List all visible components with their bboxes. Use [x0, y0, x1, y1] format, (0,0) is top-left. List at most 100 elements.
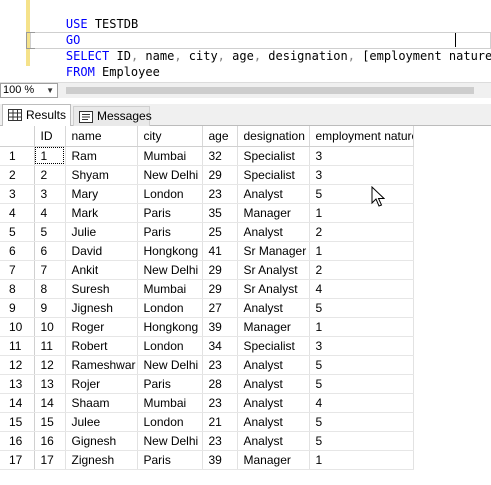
grid-cell-nature[interactable]: 4	[309, 279, 414, 299]
grid-cell-age[interactable]: 39	[202, 450, 238, 470]
grid-cell-age[interactable]: 27	[202, 298, 238, 318]
grid-cell-age[interactable]: 34	[202, 336, 238, 356]
grid-cell-name[interactable]: Shyam	[65, 165, 138, 185]
row-number-cell[interactable]: 17	[0, 450, 35, 470]
grid-cell-id[interactable]: 4	[34, 203, 66, 223]
grid-cell-nature[interactable]: 5	[309, 298, 414, 318]
grid-cell-nature[interactable]: 5	[309, 184, 414, 204]
grid-cell-city[interactable]: Paris	[137, 374, 203, 394]
grid-cell-designation[interactable]: Analyst	[237, 298, 310, 318]
grid-cell-age[interactable]: 29	[202, 260, 238, 280]
column-header[interactable]: name	[65, 126, 138, 147]
grid-cell-name[interactable]: Shaam	[65, 393, 138, 413]
grid-cell-name[interactable]: Roger	[65, 317, 138, 337]
grid-cell-designation[interactable]: Manager	[237, 317, 310, 337]
grid-cell-id[interactable]: 9	[34, 298, 66, 318]
grid-cell-designation[interactable]: Specialist	[237, 146, 310, 166]
grid-cell-id[interactable]: 10	[34, 317, 66, 337]
grid-cell-designation[interactable]: Specialist	[237, 336, 310, 356]
grid-cell-name[interactable]: Gignesh	[65, 431, 138, 451]
grid-cell-age[interactable]: 28	[202, 374, 238, 394]
grid-cell-name[interactable]: Rojer	[65, 374, 138, 394]
column-header[interactable]: city	[137, 126, 203, 147]
row-number-cell[interactable]: 10	[0, 317, 35, 337]
row-number-cell[interactable]: 1	[0, 146, 35, 166]
grid-cell-nature[interactable]: 3	[309, 336, 414, 356]
grid-cell-name[interactable]: Julie	[65, 222, 138, 242]
row-number-cell[interactable]: 9	[0, 298, 35, 318]
grid-cell-nature[interactable]: 1	[309, 241, 414, 261]
grid-cell-designation[interactable]: Sr Manager	[237, 241, 310, 261]
table-row[interactable]: 1 1 Ram Mumbai 32 Specialist 3	[0, 146, 414, 166]
grid-cell-id[interactable]: 16	[34, 431, 66, 451]
grid-cell-id[interactable]: 15	[34, 412, 66, 432]
grid-cell-city[interactable]: London	[137, 298, 203, 318]
outline-collapse-bracket[interactable]	[26, 32, 35, 49]
grid-cell-age[interactable]: 39	[202, 317, 238, 337]
grid-cell-age[interactable]: 21	[202, 412, 238, 432]
code-line-1[interactable]: USE TESTDB	[37, 0, 138, 31]
table-row[interactable]: 8 8 Suresh Mumbai 29 Sr Analyst 4	[0, 279, 414, 299]
grid-cell-age[interactable]: 23	[202, 393, 238, 413]
grid-cell-age[interactable]: 23	[202, 431, 238, 451]
grid-cell-city[interactable]: London	[137, 412, 203, 432]
grid-cell-id[interactable]: 5	[34, 222, 66, 242]
row-number-cell[interactable]: 3	[0, 184, 35, 204]
code-line-3[interactable]: SELECT ID, name, city, age, designation,…	[37, 32, 491, 63]
grid-cell-city[interactable]: Mumbai	[137, 146, 203, 166]
table-row[interactable]: 4 4 Mark Paris 35 Manager 1	[0, 203, 414, 223]
grid-cell-id[interactable]: 7	[34, 260, 66, 280]
column-header[interactable]: employment nature	[309, 126, 414, 147]
grid-cell-nature[interactable]: 5	[309, 431, 414, 451]
grid-cell-id[interactable]: 17	[34, 450, 66, 470]
grid-cell-designation[interactable]: Sr Analyst	[237, 279, 310, 299]
grid-cell-city[interactable]: New Delhi	[137, 260, 203, 280]
grid-cell-designation[interactable]: Analyst	[237, 431, 310, 451]
row-number-cell[interactable]: 13	[0, 374, 35, 394]
grid-cell-id[interactable]: 13	[34, 374, 66, 394]
zoom-dropdown[interactable]: 100 % ▼	[0, 83, 58, 98]
grid-cell-age[interactable]: 29	[202, 165, 238, 185]
grid-cell-city[interactable]: Mumbai	[137, 393, 203, 413]
table-row[interactable]: 9 9 Jignesh London 27 Analyst 5	[0, 298, 414, 318]
grid-cell-city[interactable]: New Delhi	[137, 355, 203, 375]
tab-results[interactable]: Results	[2, 104, 71, 126]
column-header[interactable]: age	[202, 126, 238, 147]
grid-cell-name[interactable]: Mark	[65, 203, 138, 223]
grid-cell-nature[interactable]: 2	[309, 222, 414, 242]
grid-cell-designation[interactable]: Analyst	[237, 374, 310, 394]
table-row[interactable]: 3 3 Mary London 23 Analyst 5	[0, 184, 414, 204]
grid-cell-name[interactable]: David	[65, 241, 138, 261]
row-number-cell[interactable]: 5	[0, 222, 35, 242]
grid-cell-name[interactable]: Julee	[65, 412, 138, 432]
grid-cell-nature[interactable]: 5	[309, 355, 414, 375]
horizontal-scrollbar[interactable]	[66, 86, 474, 95]
grid-cell-name[interactable]: Ram	[65, 146, 138, 166]
grid-cell-nature[interactable]: 1	[309, 203, 414, 223]
table-row[interactable]: 15 15 Julee London 21 Analyst 5	[0, 412, 414, 432]
grid-cell-city[interactable]: Mumbai	[137, 279, 203, 299]
grid-cell-age[interactable]: 25	[202, 222, 238, 242]
grid-cell-city[interactable]: Hongkong	[137, 241, 203, 261]
grid-cell-name[interactable]: Mary	[65, 184, 138, 204]
grid-cell-designation[interactable]: Analyst	[237, 222, 310, 242]
table-row[interactable]: 16 16 Gignesh New Delhi 23 Analyst 5	[0, 431, 414, 451]
table-row[interactable]: 14 14 Shaam Mumbai 23 Analyst 4	[0, 393, 414, 413]
row-number-cell[interactable]: 14	[0, 393, 35, 413]
grid-cell-id[interactable]: 11	[34, 336, 66, 356]
grid-corner-cell[interactable]	[0, 126, 35, 147]
row-number-cell[interactable]: 4	[0, 203, 35, 223]
row-number-cell[interactable]: 11	[0, 336, 35, 356]
grid-cell-nature[interactable]: 3	[309, 165, 414, 185]
grid-cell-name[interactable]: Robert	[65, 336, 138, 356]
grid-cell-designation[interactable]: Manager	[237, 450, 310, 470]
grid-cell-name[interactable]: Rameshwar	[65, 355, 138, 375]
grid-cell-age[interactable]: 35	[202, 203, 238, 223]
grid-cell-city[interactable]: Paris	[137, 222, 203, 242]
grid-cell-city[interactable]: Paris	[137, 450, 203, 470]
table-row[interactable]: 17 17 Zignesh Paris 39 Manager 1	[0, 450, 414, 470]
row-number-cell[interactable]: 16	[0, 431, 35, 451]
grid-cell-name[interactable]: Jignesh	[65, 298, 138, 318]
column-header[interactable]: designation	[237, 126, 310, 147]
row-number-cell[interactable]: 6	[0, 241, 35, 261]
